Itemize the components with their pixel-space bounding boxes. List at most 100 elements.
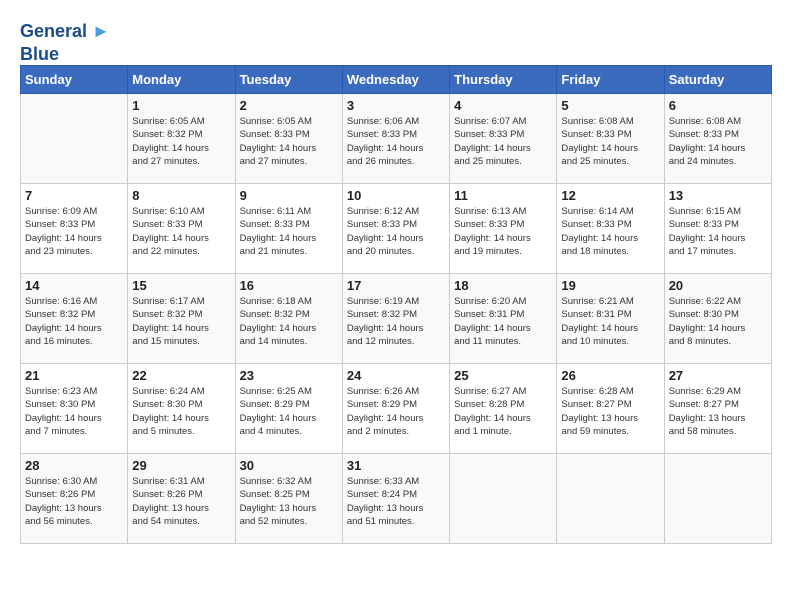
day-info: Sunrise: 6:15 AM Sunset: 8:33 PM Dayligh… — [669, 205, 767, 258]
day-info: Sunrise: 6:16 AM Sunset: 8:32 PM Dayligh… — [25, 295, 123, 348]
day-number: 30 — [240, 458, 338, 473]
day-info: Sunrise: 6:11 AM Sunset: 8:33 PM Dayligh… — [240, 205, 338, 258]
calendar-day-cell: 31Sunrise: 6:33 AM Sunset: 8:24 PM Dayli… — [342, 454, 449, 544]
calendar-day-cell: 14 Sunrise: 6:16 AM Sunset: 8:32 PM Dayli… — [21, 274, 128, 364]
calendar-day-cell — [450, 454, 557, 544]
day-number: 23 — [240, 368, 338, 383]
day-info: Sunrise: 6:23 AM Sunset: 8:30 PM Dayligh… — [25, 385, 123, 438]
calendar-day-cell: 16Sunrise: 6:18 AM Sunset: 8:32 PM Dayli… — [235, 274, 342, 364]
day-info: Sunrise: 6:22 AM Sunset: 8:30 PM Dayligh… — [669, 295, 767, 348]
day-number: 28 — [25, 458, 123, 473]
calendar-day-cell — [21, 94, 128, 184]
calendar-day-cell: 20 Sunrise: 6:22 AM Sunset: 8:30 PM Dayli… — [664, 274, 771, 364]
day-info: Sunrise: 6:08 AM Sunset: 8:33 PM Dayligh… — [561, 115, 659, 168]
day-number: 1 — [132, 98, 230, 113]
day-info: Sunrise: 6:32 AM Sunset: 8:25 PM Dayligh… — [240, 475, 338, 528]
header-tuesday: Tuesday — [235, 66, 342, 94]
calendar-day-cell: 28 Sunrise: 6:30 AM Sunset: 8:26 PM Dayli… — [21, 454, 128, 544]
header-wednesday: Wednesday — [342, 66, 449, 94]
day-info: Sunrise: 6:29 AM Sunset: 8:27 PM Dayligh… — [669, 385, 767, 438]
day-info: Sunrise: 6:05 AM Sunset: 8:33 PM Dayligh… — [240, 115, 338, 168]
day-number: 3 — [347, 98, 445, 113]
calendar-day-cell — [664, 454, 771, 544]
day-info: Sunrise: 6:28 AM Sunset: 8:27 PM Dayligh… — [561, 385, 659, 438]
weekday-header-row: SundayMondayTuesdayWednesdayThursdayFrid… — [21, 66, 772, 94]
calendar-day-cell: 4 Sunrise: 6:07 AM Sunset: 8:33 PM Daylig… — [450, 94, 557, 184]
day-number: 10 — [347, 188, 445, 203]
day-info: Sunrise: 6:12 AM Sunset: 8:33 PM Dayligh… — [347, 205, 445, 258]
calendar-day-cell: 13 Sunrise: 6:15 AM Sunset: 8:33 PM Dayli… — [664, 184, 771, 274]
calendar-day-cell: 30 Sunrise: 6:32 AM Sunset: 8:25 PM Dayli… — [235, 454, 342, 544]
calendar-week-row: 7 Sunrise: 6:09 AM Sunset: 8:33 PM Daylig… — [21, 184, 772, 274]
day-number: 9 — [240, 188, 338, 203]
day-number: 2 — [240, 98, 338, 113]
calendar-day-cell: 9 Sunrise: 6:11 AM Sunset: 8:33 PM Daylig… — [235, 184, 342, 274]
day-number: 14 — [25, 278, 123, 293]
header-friday: Friday — [557, 66, 664, 94]
logo: General ►Blue — [20, 20, 110, 65]
calendar-day-cell — [557, 454, 664, 544]
day-info: Sunrise: 6:25 AM Sunset: 8:29 PM Dayligh… — [240, 385, 338, 438]
calendar-day-cell: 7 Sunrise: 6:09 AM Sunset: 8:33 PM Daylig… — [21, 184, 128, 274]
calendar-day-cell: 6 Sunrise: 6:08 AM Sunset: 8:33 PM Daylig… — [664, 94, 771, 184]
calendar-day-cell: 27Sunrise: 6:29 AM Sunset: 8:27 PM Dayli… — [664, 364, 771, 454]
day-number: 26 — [561, 368, 659, 383]
day-number: 13 — [669, 188, 767, 203]
calendar-day-cell: 22 Sunrise: 6:24 AM Sunset: 8:30 PM Dayli… — [128, 364, 235, 454]
calendar-day-cell: 29 Sunrise: 6:31 AM Sunset: 8:26 PM Dayli… — [128, 454, 235, 544]
day-info: Sunrise: 6:05 AM Sunset: 8:32 PM Dayligh… — [132, 115, 230, 168]
day-info: Sunrise: 6:26 AM Sunset: 8:29 PM Dayligh… — [347, 385, 445, 438]
day-number: 21 — [25, 368, 123, 383]
day-info: Sunrise: 6:10 AM Sunset: 8:33 PM Dayligh… — [132, 205, 230, 258]
day-number: 16 — [240, 278, 338, 293]
calendar-header: SundayMondayTuesdayWednesdayThursdayFrid… — [21, 66, 772, 94]
calendar-day-cell: 26 Sunrise: 6:28 AM Sunset: 8:27 PM Dayli… — [557, 364, 664, 454]
day-number: 19 — [561, 278, 659, 293]
calendar-day-cell: 2 Sunrise: 6:05 AM Sunset: 8:33 PM Daylig… — [235, 94, 342, 184]
calendar-day-cell: 23 Sunrise: 6:25 AM Sunset: 8:29 PM Dayli… — [235, 364, 342, 454]
day-number: 8 — [132, 188, 230, 203]
calendar-day-cell: 8 Sunrise: 6:10 AM Sunset: 8:33 PM Daylig… — [128, 184, 235, 274]
header-sunday: Sunday — [21, 66, 128, 94]
day-number: 6 — [669, 98, 767, 113]
day-number: 5 — [561, 98, 659, 113]
day-info: Sunrise: 6:20 AM Sunset: 8:31 PM Dayligh… — [454, 295, 552, 348]
calendar-day-cell: 5 Sunrise: 6:08 AM Sunset: 8:33 PM Daylig… — [557, 94, 664, 184]
day-info: Sunrise: 6:17 AM Sunset: 8:32 PM Dayligh… — [132, 295, 230, 348]
day-number: 11 — [454, 188, 552, 203]
day-info: Sunrise: 6:06 AM Sunset: 8:33 PM Dayligh… — [347, 115, 445, 168]
day-number: 20 — [669, 278, 767, 293]
calendar-day-cell: 15Sunrise: 6:17 AM Sunset: 8:32 PM Dayli… — [128, 274, 235, 364]
day-number: 4 — [454, 98, 552, 113]
calendar-week-row: 28 Sunrise: 6:30 AM Sunset: 8:26 PM Dayli… — [21, 454, 772, 544]
day-number: 22 — [132, 368, 230, 383]
header-saturday: Saturday — [664, 66, 771, 94]
day-info: Sunrise: 6:08 AM Sunset: 8:33 PM Dayligh… — [669, 115, 767, 168]
day-info: Sunrise: 6:13 AM Sunset: 8:33 PM Dayligh… — [454, 205, 552, 258]
calendar-day-cell: 11 Sunrise: 6:13 AM Sunset: 8:33 PM Dayli… — [450, 184, 557, 274]
calendar-day-cell: 12Sunrise: 6:14 AM Sunset: 8:33 PM Dayli… — [557, 184, 664, 274]
calendar-day-cell: 17 Sunrise: 6:19 AM Sunset: 8:32 PM Dayli… — [342, 274, 449, 364]
day-number: 24 — [347, 368, 445, 383]
day-number: 25 — [454, 368, 552, 383]
day-info: Sunrise: 6:31 AM Sunset: 8:26 PM Dayligh… — [132, 475, 230, 528]
day-number: 29 — [132, 458, 230, 473]
calendar-body: 1 Sunrise: 6:05 AM Sunset: 8:32 PM Daylig… — [21, 94, 772, 544]
day-info: Sunrise: 6:09 AM Sunset: 8:33 PM Dayligh… — [25, 205, 123, 258]
day-info: Sunrise: 6:19 AM Sunset: 8:32 PM Dayligh… — [347, 295, 445, 348]
day-number: 18 — [454, 278, 552, 293]
day-info: Sunrise: 6:07 AM Sunset: 8:33 PM Dayligh… — [454, 115, 552, 168]
header-monday: Monday — [128, 66, 235, 94]
day-info: Sunrise: 6:27 AM Sunset: 8:28 PM Dayligh… — [454, 385, 552, 438]
day-info: Sunrise: 6:21 AM Sunset: 8:31 PM Dayligh… — [561, 295, 659, 348]
day-info: Sunrise: 6:30 AM Sunset: 8:26 PM Dayligh… — [25, 475, 123, 528]
calendar-week-row: 1 Sunrise: 6:05 AM Sunset: 8:32 PM Daylig… — [21, 94, 772, 184]
calendar-day-cell: 18 Sunrise: 6:20 AM Sunset: 8:31 PM Dayli… — [450, 274, 557, 364]
calendar-day-cell: 10 Sunrise: 6:12 AM Sunset: 8:33 PM Dayli… — [342, 184, 449, 274]
calendar-week-row: 14 Sunrise: 6:16 AM Sunset: 8:32 PM Dayli… — [21, 274, 772, 364]
calendar-day-cell: 21 Sunrise: 6:23 AM Sunset: 8:30 PM Dayli… — [21, 364, 128, 454]
day-info: Sunrise: 6:24 AM Sunset: 8:30 PM Dayligh… — [132, 385, 230, 438]
calendar-day-cell: 19 Sunrise: 6:21 AM Sunset: 8:31 PM Dayli… — [557, 274, 664, 364]
day-number: 7 — [25, 188, 123, 203]
day-number: 17 — [347, 278, 445, 293]
